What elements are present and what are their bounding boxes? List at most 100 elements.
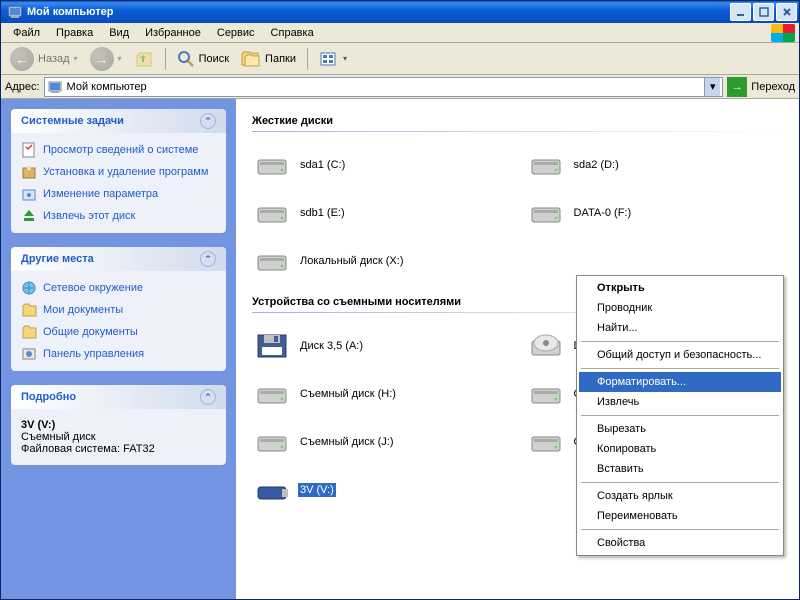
drive-item[interactable]: Диск 3,5 (A:) [252,331,510,361]
other-places-panel: Другие места ⌃ Сетевое окружение Мои док… [11,247,226,371]
chevron-up-icon: ⌃ [200,113,216,129]
drive-label: 3V (V:) [298,483,336,497]
go-label: Переход [751,81,795,93]
panel-title: Системные задачи [21,115,124,127]
network-icon [21,280,37,296]
drive-label: DATA-0 (F:) [572,206,634,220]
menu-favorites[interactable]: Избранное [137,25,209,41]
place-link-cpanel[interactable]: Панель управления [21,345,216,363]
eject-icon [21,208,37,224]
drive-item[interactable]: DATA-0 (F:) [526,198,784,228]
drive-item[interactable]: 3V (V:) [252,475,510,505]
context-menu-item[interactable]: Найти... [579,318,781,338]
task-link-eject[interactable]: Извлечь этот диск [21,207,216,225]
back-label: Назад [38,53,70,65]
details-panel: Подробно ⌃ 3V (V:) Съемный диск Файловая… [11,385,226,465]
drive-item[interactable]: sdb1 (E:) [252,198,510,228]
explorer-window: Мой компьютер Файл Правка Вид Избранное … [0,0,800,600]
context-menu-item[interactable]: Открыть [579,278,781,298]
go-button[interactable]: → [727,77,747,97]
menu-view[interactable]: Вид [101,25,137,41]
context-menu-item[interactable]: Извлечь [579,392,781,412]
drive-icon [254,429,290,455]
menu-edit[interactable]: Правка [48,25,101,41]
drive-icon [528,381,564,407]
forward-button[interactable]: → ▾ [85,46,127,72]
drive-label: Съемный диск (H:) [298,387,398,401]
chevron-up-icon: ⌃ [200,389,216,405]
chevron-up-icon: ⌃ [200,251,216,267]
context-menu-item[interactable]: Создать ярлык [579,486,781,506]
menu-file[interactable]: Файл [5,25,48,41]
address-input[interactable] [67,81,701,93]
drive-item[interactable]: Локальный диск (X:) [252,246,510,276]
other-places-header[interactable]: Другие места ⌃ [11,247,226,271]
back-button[interactable]: ← Назад ▾ [5,46,83,72]
folder-icon [21,324,37,340]
content-area: Системные задачи ⌃ Просмотр сведений о с… [1,99,799,599]
drive-icon [254,152,290,178]
search-button[interactable]: Поиск [172,46,234,72]
toolbar: ← Назад ▾ → ▾ Поиск Папки ▾ [1,43,799,75]
place-link-network[interactable]: Сетевое окружение [21,279,216,297]
details-header[interactable]: Подробно ⌃ [11,385,226,409]
drive-icon [528,200,564,226]
window-title: Мой компьютер [27,6,730,18]
hdd-grid: sda1 (C:) sdb1 (E:) Локальный диск (X:) sda… [252,150,783,276]
forward-arrow-icon: → [90,47,114,71]
context-menu-item[interactable]: Проводник [579,298,781,318]
context-menu-item[interactable]: Свойства [579,533,781,553]
menu-tools[interactable]: Сервис [209,25,263,41]
drive-label: sda2 (D:) [572,158,621,172]
details-fs: Файловая система: FAT32 [21,443,155,455]
task-link-addremove[interactable]: Установка и удаление программ [21,163,216,181]
context-menu-item[interactable]: Вырезать [579,419,781,439]
views-button[interactable]: ▾ [314,46,352,72]
drive-item[interactable]: Съемный диск (J:) [252,427,510,457]
system-tasks-header[interactable]: Системные задачи ⌃ [11,109,226,133]
minimize-button[interactable] [730,3,751,21]
folder-icon [21,302,37,318]
task-link-sysinfo[interactable]: Просмотр сведений о системе [21,141,216,159]
app-icon [7,4,23,20]
controlpanel-icon [21,346,37,362]
context-menu-item[interactable]: Переименовать [579,506,781,526]
context-menu-item[interactable]: Общий доступ и безопасность... [579,345,781,365]
computer-icon [47,79,63,95]
system-tasks-panel: Системные задачи ⌃ Просмотр сведений о с… [11,109,226,233]
task-link-setting[interactable]: Изменение параметра [21,185,216,203]
drive-icon [254,333,290,359]
context-menu: ОткрытьПроводникНайти... Общий доступ и б… [576,275,784,556]
context-menu-item[interactable]: Форматировать... [579,372,781,392]
drive-item[interactable]: sda1 (C:) [252,150,510,180]
drive-item[interactable]: Съемный диск (H:) [252,379,510,409]
windows-logo-icon [771,24,795,42]
context-menu-item[interactable]: Вставить [579,459,781,479]
drive-icon [528,333,564,359]
drive-label: sdb1 (E:) [298,206,347,220]
drive-icon [254,200,290,226]
drive-label: Диск 3,5 (A:) [298,339,365,353]
up-button[interactable] [129,46,159,72]
context-menu-item[interactable]: Копировать [579,439,781,459]
document-icon [21,142,37,158]
address-field[interactable]: ▾ [44,77,724,97]
details-type: Съемный диск [21,431,96,443]
drive-label: Локальный диск (X:) [298,254,406,268]
drive-item[interactable]: sda2 (D:) [526,150,784,180]
box-icon [21,164,37,180]
chevron-down-icon: ▾ [74,54,78,63]
drive-icon [254,381,290,407]
views-icon [319,50,339,68]
folder-up-icon [134,49,154,69]
folders-button[interactable]: Папки [236,46,301,72]
place-link-mydocs[interactable]: Мои документы [21,301,216,319]
menu-help[interactable]: Справка [263,25,322,41]
maximize-button[interactable] [753,3,774,21]
close-button[interactable] [776,3,797,21]
setting-icon [21,186,37,202]
addressbar: Адрес: ▾ → Переход [1,75,799,99]
drive-label: sda1 (C:) [298,158,347,172]
address-dropdown[interactable]: ▾ [704,78,720,96]
place-link-shared[interactable]: Общие документы [21,323,216,341]
